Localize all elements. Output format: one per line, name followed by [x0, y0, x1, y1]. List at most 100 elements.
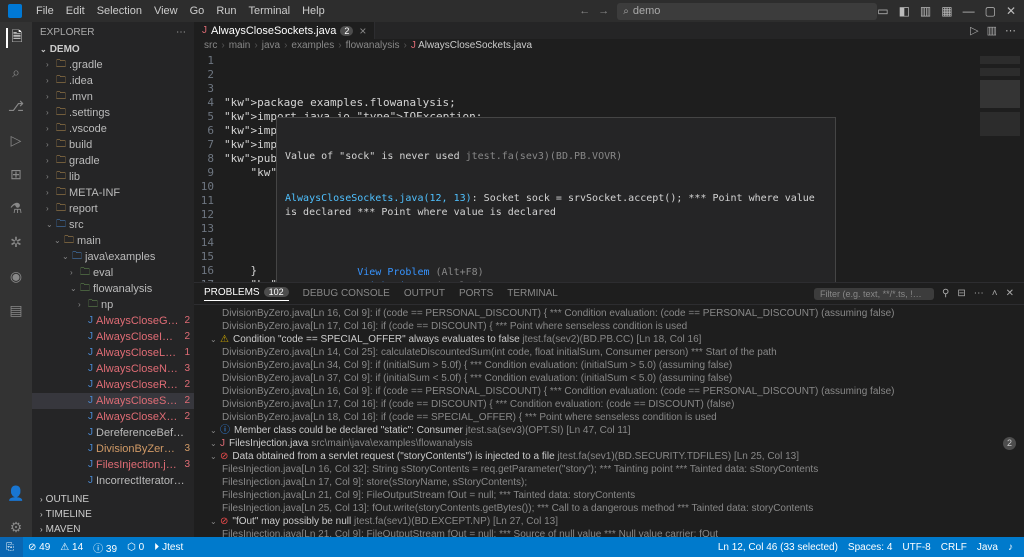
maximize-icon[interactable]: ▢	[985, 4, 996, 18]
folder-row[interactable]: ›🗀.idea	[32, 73, 194, 89]
status-item[interactable]: Ln 12, Col 46 (33 selected)	[713, 542, 843, 553]
menu-edit[interactable]: Edit	[60, 5, 91, 17]
problems-list[interactable]: DivisionByZero.java[Ln 16, Col 9]: if (c…	[194, 305, 1024, 537]
problem-row[interactable]: ⌄⊘"fOut" may possibly be null jtest.fa(s…	[202, 515, 1016, 528]
activity-extra-icon[interactable]: ◉	[6, 266, 26, 286]
explorer-icon[interactable]: 🗎	[6, 28, 26, 48]
test-icon[interactable]: ⚗	[6, 198, 26, 218]
status-item[interactable]: ♪	[1003, 542, 1018, 553]
menu-file[interactable]: File	[30, 5, 60, 17]
menu-help[interactable]: Help	[296, 5, 331, 17]
problem-row[interactable]: DivisionByZero.java[Ln 16, Col 9]: if (c…	[202, 307, 1016, 320]
layout-customize-icon[interactable]: ▦	[941, 4, 952, 18]
menu-run[interactable]: Run	[210, 5, 242, 17]
panel-more-icon[interactable]: ⋯	[974, 288, 984, 299]
file-row[interactable]: JAlwaysCloseRAFs.java2	[32, 377, 194, 393]
folder-row[interactable]: ›🗀.vscode	[32, 121, 194, 137]
nav-back-icon[interactable]: ←	[579, 5, 590, 17]
folder-row[interactable]: ⌄🗀src	[32, 217, 194, 233]
menu-terminal[interactable]: Terminal	[243, 5, 297, 17]
quick-fix-link[interactable]: Quick Fix... (Ctrl+.)	[357, 281, 483, 282]
timeline-section[interactable]: ›TIMELINE	[32, 507, 194, 522]
collapse-all-icon[interactable]: ⊟	[957, 288, 965, 299]
folder-row[interactable]: ›🗀np	[32, 297, 194, 313]
maven-section[interactable]: ›MAVEN	[32, 522, 194, 537]
status-item[interactable]: ⎘	[0, 537, 23, 557]
minimap[interactable]	[974, 52, 1024, 282]
status-item[interactable]: Java	[972, 542, 1003, 553]
problem-row[interactable]: ⌄⚠Condition "code == SPECIAL_OFFER" alwa…	[202, 333, 1016, 346]
scm-icon[interactable]: ⎇	[6, 96, 26, 116]
sidebar-more-icon[interactable]: ⋯	[176, 27, 186, 38]
close-window-icon[interactable]: ✕	[1006, 4, 1016, 18]
file-row[interactable]: JAlwaysCloseImages.java2	[32, 329, 194, 345]
problem-row[interactable]: DivisionByZero.java[Ln 14, Col 25]: calc…	[202, 346, 1016, 359]
problem-row[interactable]: DivisionByZero.java[Ln 17, Col 16]: if (…	[202, 398, 1016, 411]
file-row[interactable]: JAlwaysCloseNIOChannels.java3	[32, 361, 194, 377]
folder-row[interactable]: ⌄🗀main	[32, 233, 194, 249]
panel-maximize-icon[interactable]: ˄	[992, 288, 998, 299]
outline-section[interactable]: ›OUTLINE	[32, 492, 194, 507]
file-row[interactable]: JIncorrectIteratorUsage.java	[32, 473, 194, 489]
split-editor-icon[interactable]: ▥	[987, 24, 997, 37]
menu-go[interactable]: Go	[184, 5, 211, 17]
status-item[interactable]: ⬡ 0	[122, 537, 149, 557]
folder-row[interactable]: ›🗀report	[32, 201, 194, 217]
folder-row[interactable]: ›🗀.settings	[32, 105, 194, 121]
problem-row[interactable]: DivisionByZero.java[Ln 18, Col 16]: if (…	[202, 411, 1016, 424]
file-row[interactable]: JFilesInjection.java3	[32, 457, 194, 473]
nav-forward-icon[interactable]: →	[598, 5, 609, 17]
problem-row[interactable]: FilesInjection.java[Ln 16, Col 32]: Stri…	[202, 463, 1016, 476]
folder-row[interactable]: ⌄🗀java\examples	[32, 249, 194, 265]
folder-row[interactable]: ›🗀lib	[32, 169, 194, 185]
filter-icon[interactable]: ⚲	[942, 288, 949, 299]
folder-row[interactable]: ⌄🗀flowanalysis	[32, 281, 194, 297]
account-icon[interactable]: 👤	[6, 483, 26, 503]
editor-more-icon[interactable]: ⋯	[1005, 24, 1016, 37]
problem-row[interactable]: FilesInjection.java[Ln 17, Col 9]: store…	[202, 476, 1016, 489]
file-row[interactable]: JAlwaysCloseGSS.java2	[32, 313, 194, 329]
problem-row[interactable]: FilesInjection.java[Ln 21, Col 9]: FileO…	[202, 528, 1016, 537]
editor-tab[interactable]: J AlwaysCloseSockets.java 2 ×	[194, 22, 375, 39]
panel-close-icon[interactable]: ✕	[1006, 288, 1014, 299]
status-item[interactable]: CRLF	[936, 542, 972, 553]
ports-tab[interactable]: PORTS	[459, 288, 493, 299]
status-item[interactable]: UTF-8	[897, 542, 935, 553]
breadcrumb-item[interactable]: J AlwaysCloseSockets.java	[411, 40, 532, 51]
minimize-icon[interactable]: —	[963, 4, 975, 18]
file-row[interactable]: JDivisionByZero.java3	[32, 441, 194, 457]
folder-row[interactable]: ›🗀.mvn	[32, 89, 194, 105]
jtest-icon[interactable]: ✲	[6, 232, 26, 252]
folder-row[interactable]: ›🗀.gradle	[32, 57, 194, 73]
problem-row[interactable]: ⌄⊘Data obtained from a servlet request (…	[202, 450, 1016, 463]
debug-console-tab[interactable]: DEBUG CONSOLE	[303, 288, 390, 299]
status-item[interactable]: ⏵Jtest	[149, 537, 188, 557]
status-item[interactable]: Spaces: 4	[843, 542, 897, 553]
activity-extra2-icon[interactable]: ▤	[6, 300, 26, 320]
run-icon[interactable]: ▷	[970, 24, 978, 37]
menu-selection[interactable]: Selection	[91, 5, 148, 17]
problem-row[interactable]: DivisionByZero.java[Ln 17, Col 16]: if (…	[202, 320, 1016, 333]
breadcrumb-item[interactable]: src	[204, 40, 217, 51]
problem-row[interactable]: DivisionByZero.java[Ln 16, Col 9]: if (c…	[202, 385, 1016, 398]
code[interactable]: Value of "sock" is never used jtest.fa(s…	[220, 52, 974, 282]
breadcrumb-item[interactable]: flowanalysis	[346, 40, 400, 51]
search-activity-icon[interactable]: ⌕	[6, 62, 26, 82]
problem-row[interactable]: ⌄JFilesInjection.java src\main\java\exam…	[202, 437, 1016, 450]
debug-icon[interactable]: ▷	[6, 130, 26, 150]
layout-panel-icon[interactable]: ▭	[877, 4, 888, 18]
terminal-tab[interactable]: TERMINAL	[507, 288, 558, 299]
file-row[interactable]: JAlwaysCloseXMLEncDec.java2	[32, 409, 194, 425]
settings-icon[interactable]: ⚙	[6, 517, 26, 537]
problem-row[interactable]: FilesInjection.java[Ln 21, Col 9]: FileO…	[202, 489, 1016, 502]
file-row[interactable]: JAlwaysCloseSockets.java2	[32, 393, 194, 409]
problem-row[interactable]: DivisionByZero.java[Ln 37, Col 9]: if (i…	[202, 372, 1016, 385]
status-item[interactable]: ⊘ 49	[23, 537, 55, 557]
status-item[interactable]: ⓘ 39	[88, 537, 122, 557]
problem-row[interactable]: ⌄ⓘMember class could be declared "static…	[202, 424, 1016, 437]
breadcrumb-item[interactable]: main	[229, 40, 251, 51]
layout-sidebar-icon[interactable]: ◧	[899, 4, 910, 18]
problems-tab[interactable]: PROBLEMS 102	[204, 287, 289, 301]
breadcrumb-item[interactable]: java	[262, 40, 280, 51]
menu-view[interactable]: View	[148, 5, 184, 17]
